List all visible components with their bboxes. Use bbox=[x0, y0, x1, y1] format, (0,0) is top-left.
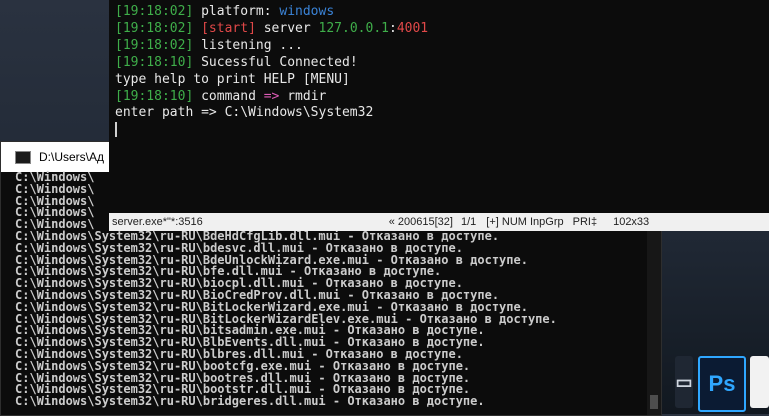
terminal-line: [19:18:10] Sucessful Connected! bbox=[115, 55, 769, 72]
status-page: 1/1 bbox=[460, 216, 477, 228]
terminal-text: => bbox=[263, 88, 280, 104]
terminal-text: rmdir bbox=[279, 88, 327, 104]
terminal-line: [19:18:02] [start] server 127.0.0.1:4001 bbox=[115, 21, 769, 38]
desktop-app-icon[interactable]: ▭ bbox=[675, 356, 693, 408]
terminal-status-bar: server.exe*"*:3516 « 200615[32] 1/1 [+] … bbox=[109, 213, 769, 231]
terminal-text: windows bbox=[279, 4, 335, 19]
terminal-text: Sucessful Connected! bbox=[193, 54, 358, 70]
terminal-timestamp: [19:18:10] bbox=[115, 88, 194, 104]
status-priority: PRI‡ bbox=[572, 216, 598, 228]
photoshop-icon[interactable]: Ps bbox=[698, 356, 746, 412]
terminal-line: [19:18:02] listening ... bbox=[115, 38, 769, 55]
terminal-text: type help to print HELP [MENU] bbox=[115, 71, 350, 87]
terminal-text: enter path => C:\Windows\System32 bbox=[115, 105, 374, 121]
status-size: 102x33 bbox=[613, 216, 650, 228]
terminal-timestamp: [19:18:02] bbox=[115, 4, 194, 19]
status-position: « 200615[32] bbox=[388, 216, 453, 228]
cmd-line: C:\Windows\System32\ru-RU\bridgeres.dll.… bbox=[15, 394, 485, 409]
cmd-title-text: D:\Users\Ад bbox=[39, 150, 105, 164]
terminal-cursor bbox=[115, 122, 117, 138]
terminal-output: [19:18:02] platform: windows [19:18:02] [… bbox=[109, 0, 769, 139]
terminal-text: server bbox=[255, 20, 319, 36]
terminal-text: listening ... bbox=[193, 37, 303, 53]
terminal-line: type help to print HELP [MENU] bbox=[115, 72, 769, 89]
cmd-window-icon bbox=[15, 150, 31, 164]
status-process: server.exe*"*:3516 bbox=[112, 216, 203, 228]
terminal-text: platform: bbox=[193, 4, 280, 19]
cmd-scroll-thumb[interactable] bbox=[650, 395, 658, 409]
terminal-timestamp: [19:18:10] bbox=[115, 54, 194, 70]
terminal-window[interactable]: [19:18:02] platform: windows [19:18:02] [… bbox=[109, 0, 769, 231]
terminal-text: [start] bbox=[201, 20, 256, 36]
terminal-timestamp: [19:18:02] bbox=[115, 20, 194, 36]
desktop-app-icon-partial[interactable] bbox=[750, 356, 769, 408]
terminal-text: 127.0.0.1 bbox=[318, 20, 389, 36]
terminal-line: [19:18:02] platform: windows bbox=[115, 4, 769, 21]
terminal-line: enter path => C:\Windows\System32 bbox=[115, 105, 769, 122]
terminal-line: [19:18:10] command => rmdir bbox=[115, 89, 769, 106]
terminal-text: 4001 bbox=[396, 20, 429, 36]
terminal-text: : bbox=[388, 20, 397, 36]
terminal-timestamp: [19:18:02] bbox=[115, 37, 194, 53]
terminal-text: command bbox=[193, 88, 264, 104]
status-mode: [+] NUM InpGrp bbox=[486, 216, 564, 228]
